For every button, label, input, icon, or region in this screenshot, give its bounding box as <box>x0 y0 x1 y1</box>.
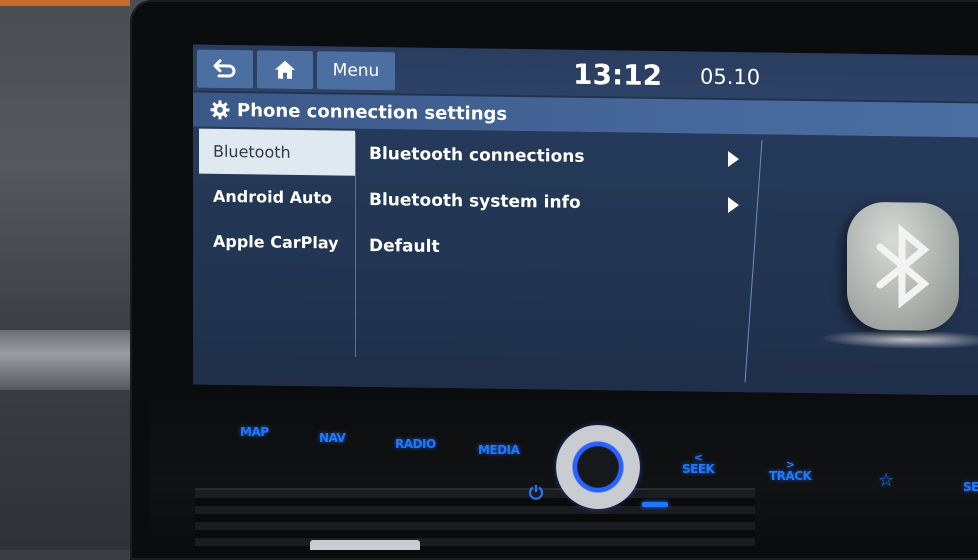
sidebar-item-android-auto[interactable]: Android Auto <box>199 174 355 221</box>
seek-back-icon: < <box>693 451 703 464</box>
sidebar-item-label: Apple CarPlay <box>213 231 339 253</box>
back-arrow-icon <box>213 59 236 78</box>
illustration-reflection <box>823 329 978 350</box>
list-item-label: Bluetooth connections <box>369 143 585 167</box>
sidebar-divider <box>355 132 356 357</box>
list-item-label: Bluetooth system info <box>369 189 581 213</box>
list-item-default[interactable]: Default <box>363 223 753 274</box>
bluetooth-icon <box>847 201 959 332</box>
list-item-label: Default <box>369 235 440 257</box>
clock: 13:12 <box>573 57 663 93</box>
setup-key[interactable]: SE <box>963 480 978 494</box>
sidebar-item-label: Android Auto <box>213 186 333 208</box>
track-key-label: TRACK <box>769 469 812 483</box>
home-button[interactable] <box>257 50 313 90</box>
volume-knob[interactable] <box>556 425 640 509</box>
favorite-star-icon[interactable]: ☆ <box>878 470 894 491</box>
infotainment-screen: Menu 13:12 05.10 Phone connection settin… <box>193 44 978 396</box>
menu-button[interactable]: Menu <box>317 51 395 91</box>
home-icon <box>275 60 295 79</box>
settings-list: Bluetooth connections Bluetooth system i… <box>363 131 753 274</box>
gear-icon <box>210 100 230 120</box>
page-title: Phone connection settings <box>237 99 508 125</box>
list-item-bluetooth-system-info[interactable]: Bluetooth system info <box>363 177 753 228</box>
sidebar-item-apple-carplay[interactable]: Apple CarPlay <box>199 219 355 266</box>
dashboard-trim <box>0 330 150 390</box>
track-forward-icon: > <box>785 458 795 471</box>
content-area: Bluetooth Android Auto Apple CarPlay Blu… <box>193 126 978 396</box>
sidebar-item-label: Bluetooth <box>213 141 291 162</box>
back-button[interactable] <box>197 49 253 89</box>
nav-key[interactable]: NAV <box>319 431 346 445</box>
date: 05.10 <box>700 64 761 90</box>
sidebar-item-bluetooth[interactable]: Bluetooth <box>199 128 355 176</box>
track-key[interactable]: > TRACK <box>769 458 812 483</box>
menu-button-label: Menu <box>332 60 380 82</box>
power-icon[interactable] <box>528 484 544 504</box>
chevron-right-icon <box>728 196 739 214</box>
media-key[interactable]: MEDIA <box>478 443 520 457</box>
volume-indicator <box>642 502 668 507</box>
bluetooth-illustration <box>823 201 978 353</box>
map-key[interactable]: MAP <box>240 425 269 439</box>
list-item-bluetooth-connections[interactable]: Bluetooth connections <box>363 131 753 182</box>
top-bar: Menu 13:12 05.10 <box>193 44 978 102</box>
seek-key-label: SEEK <box>682 462 715 476</box>
sidebar: Bluetooth Android Auto Apple CarPlay <box>199 128 355 359</box>
vent-clip <box>310 540 420 550</box>
air-vent <box>195 488 755 552</box>
radio-key[interactable]: RADIO <box>395 437 436 451</box>
dashboard-accent <box>0 0 130 6</box>
seek-key[interactable]: < SEEK <box>682 451 715 476</box>
chevron-right-icon <box>728 150 739 168</box>
dashboard-left <box>0 0 150 550</box>
